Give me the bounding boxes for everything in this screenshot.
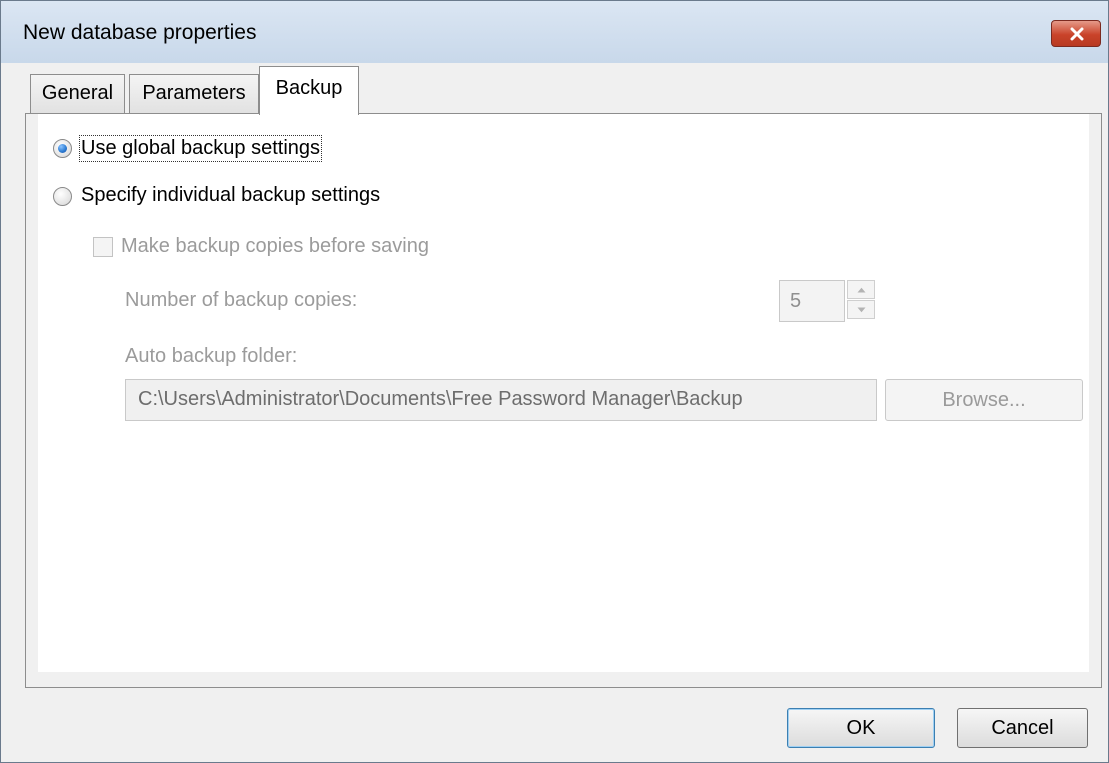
spin-up-icon bbox=[857, 287, 866, 293]
window-title: New database properties bbox=[23, 21, 257, 44]
spin-up-button[interactable] bbox=[847, 280, 875, 299]
tab-parameters-label: Parameters bbox=[142, 82, 246, 104]
tab-backup[interactable]: Backup bbox=[259, 66, 359, 115]
tab-general-label: General bbox=[41, 82, 114, 104]
browse-button-label: Browse... bbox=[942, 389, 1026, 411]
auto-backup-folder-label: Auto backup folder: bbox=[125, 345, 298, 367]
use-global-radio[interactable] bbox=[53, 139, 72, 158]
ok-button[interactable]: OK bbox=[787, 708, 935, 748]
tab-general[interactable]: General bbox=[30, 74, 125, 114]
number-of-copies-label: Number of backup copies: bbox=[125, 289, 358, 311]
close-icon bbox=[1070, 27, 1084, 41]
specify-individual-radio[interactable] bbox=[53, 187, 72, 206]
tab-backup-label: Backup bbox=[275, 77, 343, 99]
use-global-label[interactable]: Use global backup settings bbox=[78, 135, 323, 162]
browse-button[interactable]: Browse... bbox=[885, 379, 1083, 421]
dialog-window: New database properties General Paramete… bbox=[0, 0, 1109, 763]
number-of-copies-value: 5 bbox=[790, 290, 802, 312]
tab-parameters[interactable]: Parameters bbox=[129, 74, 259, 114]
backup-folder-value: C:\Users\Administrator\Documents\Free Pa… bbox=[138, 388, 743, 410]
specify-individual-label[interactable]: Specify individual backup settings bbox=[81, 184, 380, 207]
spin-down-button[interactable] bbox=[847, 300, 875, 319]
cancel-button-label: Cancel bbox=[991, 717, 1054, 739]
spin-down-icon bbox=[857, 307, 866, 313]
make-copies-checkbox[interactable] bbox=[93, 237, 113, 257]
radio-selected-dot bbox=[58, 144, 67, 153]
make-copies-label[interactable]: Make backup copies before saving bbox=[121, 235, 429, 258]
close-button[interactable] bbox=[1051, 20, 1101, 47]
number-of-copies-input[interactable]: 5 bbox=[779, 280, 845, 322]
title-bar[interactable]: New database properties bbox=[1, 1, 1108, 63]
cancel-button[interactable]: Cancel bbox=[957, 708, 1088, 748]
ok-button-label: OK bbox=[846, 717, 876, 739]
backup-folder-input[interactable]: C:\Users\Administrator\Documents\Free Pa… bbox=[125, 379, 877, 421]
